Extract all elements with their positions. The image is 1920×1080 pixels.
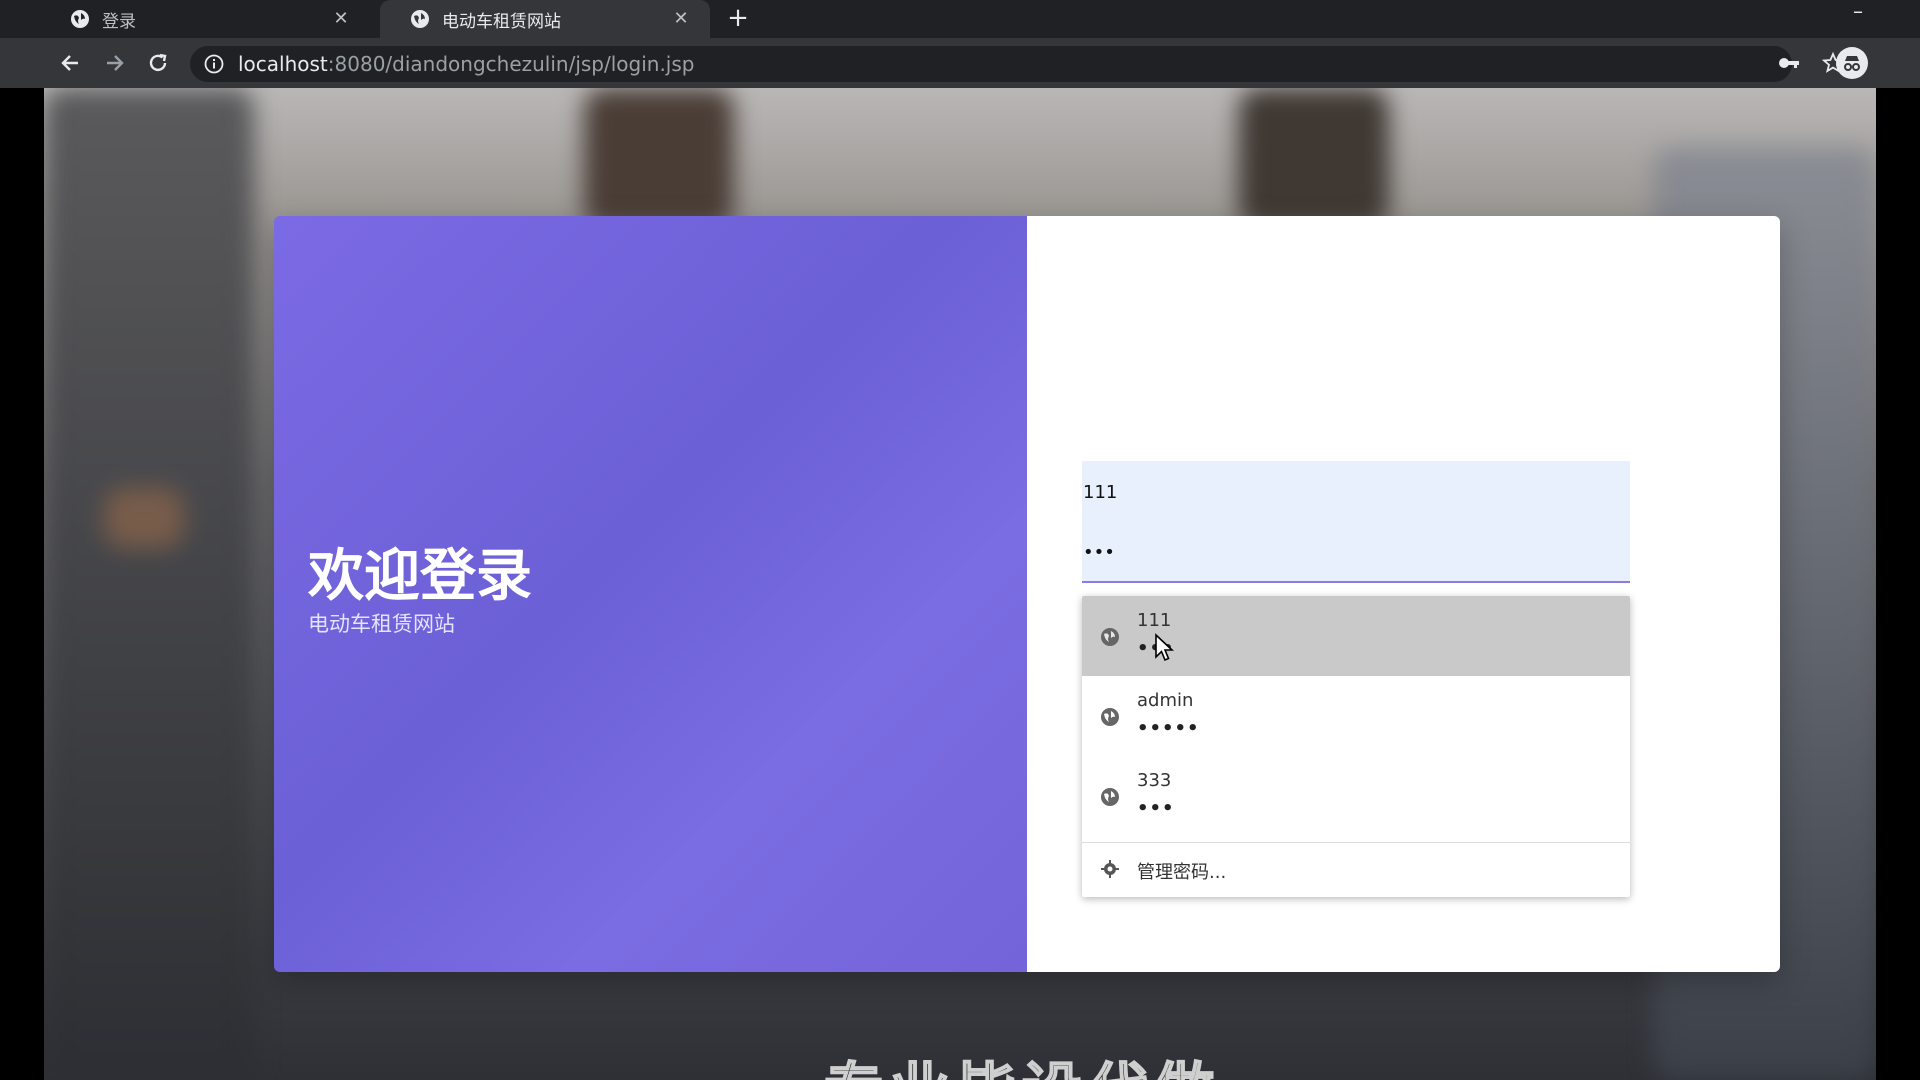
globe-icon [411, 10, 429, 28]
reload-button[interactable] [143, 48, 173, 78]
minimize-button[interactable]: – [1848, 1, 1868, 21]
arrow-left-icon [61, 55, 78, 71]
info-icon[interactable] [204, 54, 224, 74]
gear-icon [1101, 860, 1119, 878]
mouse-cursor-icon [1155, 633, 1175, 662]
close-tab-icon[interactable]: ✕ [670, 8, 692, 30]
autofill-password: ••••• [1137, 718, 1200, 739]
password-value: ••• [1083, 541, 1115, 563]
tab-title: 登录 [102, 11, 136, 32]
address-bar[interactable]: localhost:8080/diandongchezulin/jsp/logi… [190, 46, 1792, 82]
url-path: :8080/diandongchezulin/jsp/login.jsp [327, 52, 695, 76]
key-icon[interactable] [1778, 53, 1800, 73]
background-blur [584, 88, 734, 228]
username-value: 111 [1083, 481, 1118, 503]
tab-title: 电动车租赁网站 [442, 11, 561, 32]
autofill-item[interactable]: 333 ••• [1082, 756, 1630, 836]
autofill-password: ••• [1137, 798, 1175, 819]
reload-icon [149, 53, 167, 72]
globe-icon [1101, 788, 1119, 806]
background-blur [104, 488, 184, 548]
autofill-username: 111 [1137, 610, 1172, 631]
video-caption: 专业毕设代做 [823, 1043, 1220, 1080]
arrow-right-icon [107, 55, 124, 71]
globe-icon [71, 10, 89, 28]
manage-passwords-item[interactable]: 管理密码... [1082, 843, 1630, 897]
autofill-username: admin [1137, 690, 1194, 711]
globe-icon [1101, 628, 1119, 646]
background-blur [44, 88, 254, 1080]
login-card: 欢迎登录 电动车租赁网站 111 ••• 111 ••• [274, 216, 1780, 972]
autofill-item[interactable]: admin ••••• [1082, 676, 1630, 756]
page-viewport: 欢迎登录 电动车租赁网站 111 ••• 111 ••• [44, 88, 1876, 1080]
welcome-subtitle: 电动车租赁网站 [308, 612, 455, 636]
autofill-username: 333 [1137, 770, 1172, 791]
incognito-glyph-icon [1844, 56, 1860, 71]
welcome-title: 欢迎登录 [308, 544, 532, 609]
password-input[interactable]: ••• [1082, 523, 1630, 583]
new-tab-button[interactable]: + [724, 4, 752, 32]
browser-tabstrip: 登录 ✕ 电动车租赁网站 ✕ + – [0, 0, 1920, 38]
tab-rental-site[interactable]: 电动车租赁网站 ✕ [380, 0, 710, 38]
incognito-icon[interactable] [1836, 47, 1868, 79]
close-tab-icon[interactable]: ✕ [330, 8, 352, 30]
welcome-panel: 欢迎登录 电动车租赁网站 [274, 216, 1027, 972]
manage-passwords-label: 管理密码... [1137, 862, 1227, 883]
globe-icon [1101, 708, 1119, 726]
url-host: localhost [238, 52, 328, 76]
login-form-panel: 111 ••• 111 ••• admin ••••• [1027, 216, 1780, 972]
forward-button[interactable] [100, 48, 130, 78]
background-blur [1239, 88, 1389, 228]
username-input[interactable]: 111 [1082, 461, 1630, 523]
login-form: 111 ••• [1082, 461, 1630, 583]
back-button[interactable] [55, 48, 85, 78]
tab-login[interactable]: 登录 ✕ [40, 0, 370, 38]
browser-toolbar: localhost:8080/diandongchezulin/jsp/logi… [0, 38, 1920, 88]
